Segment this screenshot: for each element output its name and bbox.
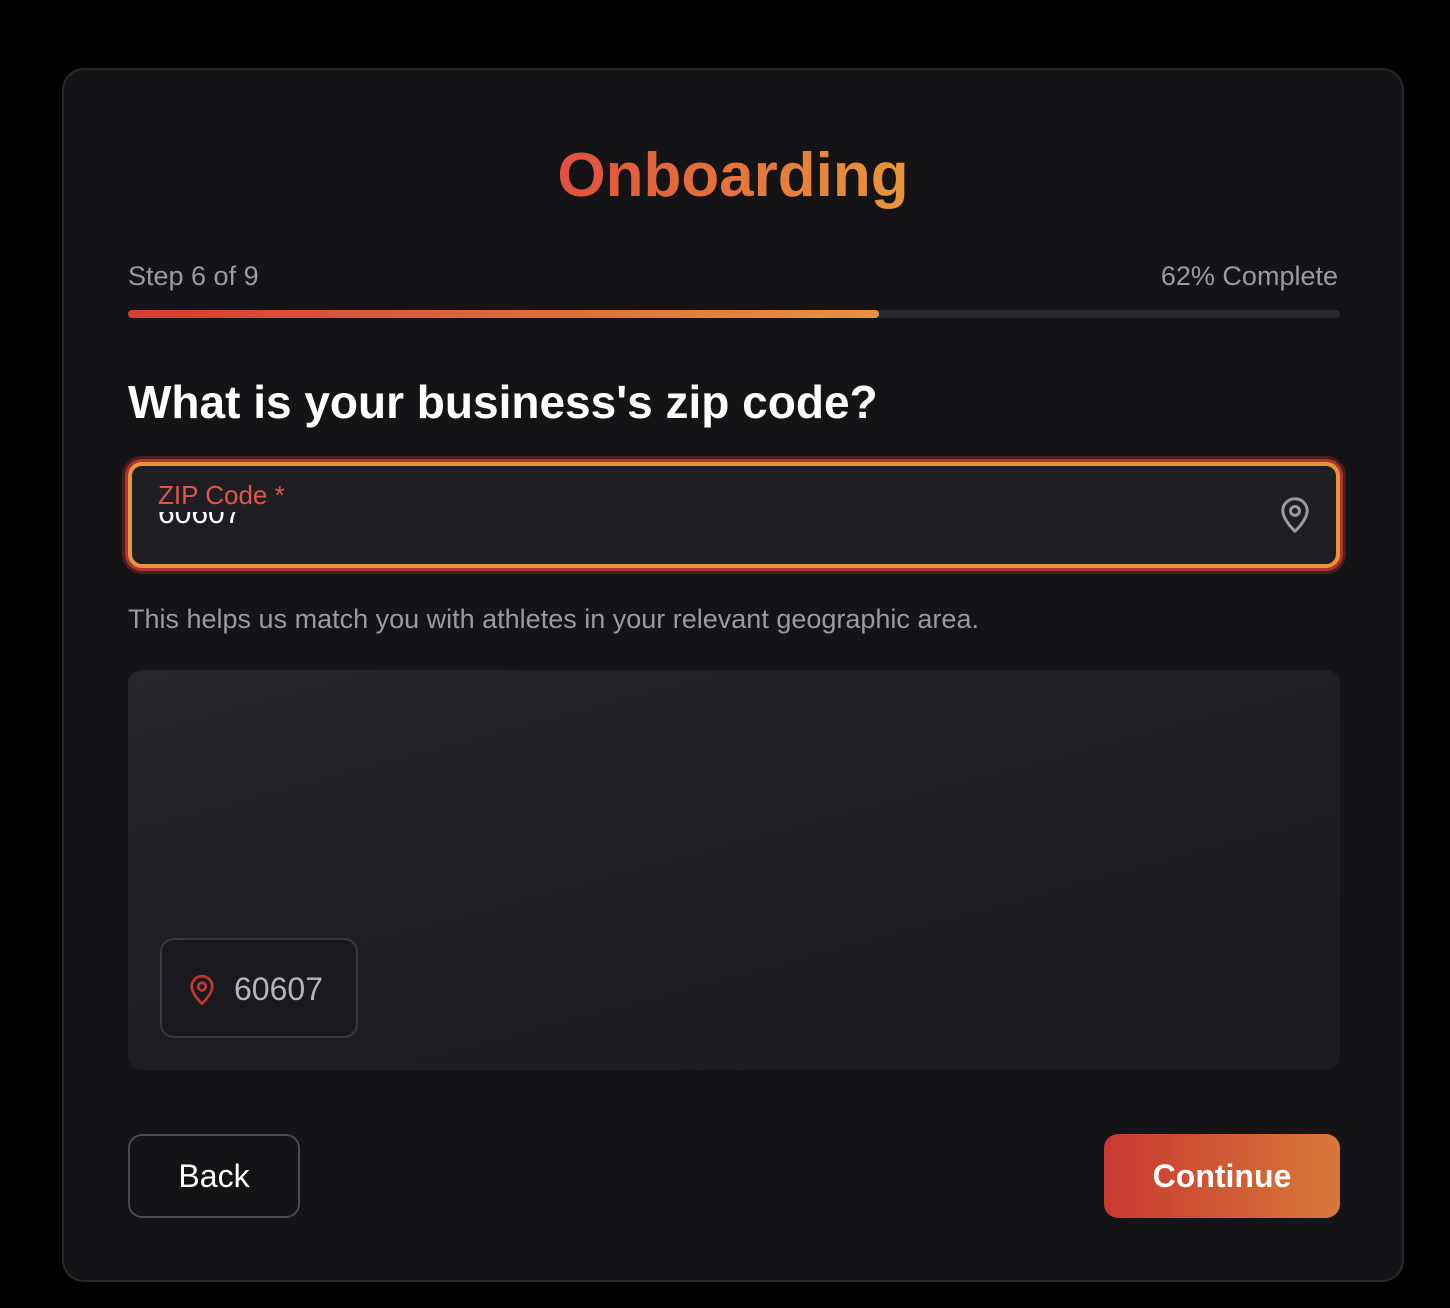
progress-bar [128, 310, 1340, 318]
zip-code-input[interactable] [154, 494, 1242, 534]
location-chip-zip: 60607 [234, 971, 323, 1007]
progress-bar-fill [128, 310, 880, 318]
map-preview: 60607 [128, 670, 1340, 1070]
zip-code-label: ZIP Code * [152, 478, 291, 512]
step-counter: Step 6 of 9 [128, 261, 259, 291]
page-title-text: Onboarding [557, 141, 909, 210]
location-chip: 60607 [160, 938, 358, 1038]
zip-code-field[interactable]: ZIP Code * [128, 462, 1340, 568]
onboarding-card: Onboarding Step 6 of 9 62% Complete What… [62, 68, 1404, 1282]
progress-percent: 62% Complete [1160, 261, 1338, 291]
page-title: Onboarding [64, 136, 1402, 216]
question-heading: What is your business's zip code? [128, 376, 878, 428]
map-pin-icon [1281, 497, 1309, 533]
helper-text: This helps us match you with athletes in… [128, 604, 979, 634]
continue-button[interactable]: Continue [1104, 1134, 1340, 1218]
back-button[interactable]: Back [128, 1134, 300, 1218]
map-pin-icon [190, 974, 214, 1006]
